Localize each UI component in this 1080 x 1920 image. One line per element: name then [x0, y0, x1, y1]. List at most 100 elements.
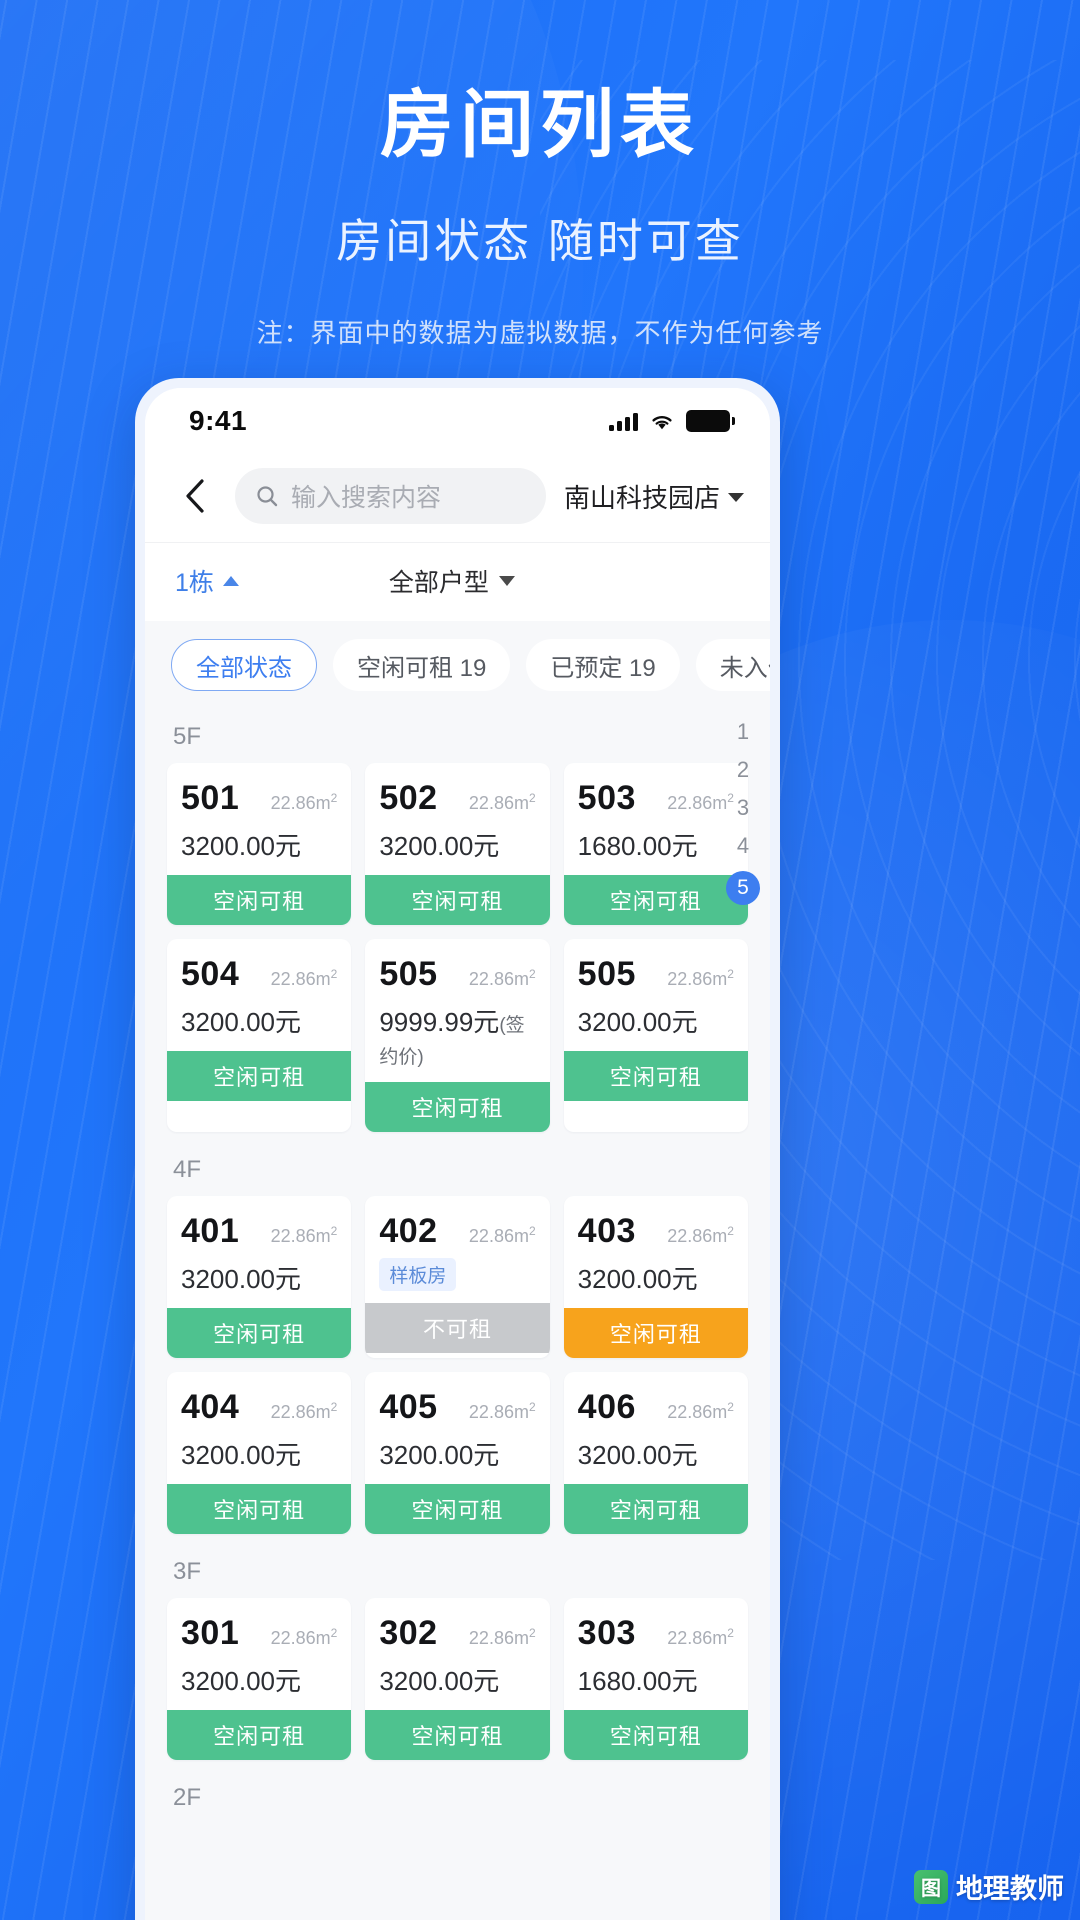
room-card-body: 502 22.86m2 3200.00元 — [365, 763, 549, 875]
room-card-body: 302 22.86m2 3200.00元 — [365, 1598, 549, 1710]
room-status-badge: 空闲可租 — [365, 1484, 550, 1534]
building-filter[interactable]: 1栋 — [175, 563, 239, 599]
room-price: 3200.00元 — [181, 1007, 301, 1037]
room-card-header: 502 22.86m2 — [379, 779, 535, 818]
status-chip[interactable]: 未入住 19 — [695, 639, 770, 691]
room-card-body: 406 22.86m2 3200.00元 — [564, 1372, 748, 1484]
room-area: 22.86m2 — [667, 1400, 734, 1422]
store-selector[interactable]: 南山科技园店 — [564, 478, 746, 515]
search-icon — [255, 484, 279, 508]
battery-icon — [686, 410, 735, 432]
status-bar: 9:41 — [145, 388, 770, 454]
room-area: 22.86m2 — [270, 967, 338, 989]
status-chip[interactable]: 已预定 19 — [526, 639, 680, 691]
unit-type-filter[interactable]: 全部户型 — [389, 563, 515, 599]
room-status-badge: 空闲可租 — [563, 1308, 748, 1358]
room-area: 22.86m2 — [667, 1626, 734, 1648]
room-card[interactable]: 505 22.86m2 3200.00元 空闲可租 — [563, 939, 748, 1132]
room-card[interactable]: 503 22.86m2 1680.00元 空闲可租 — [563, 763, 748, 925]
back-button[interactable] — [173, 474, 217, 518]
room-status-badge: 不可租 — [365, 1303, 550, 1353]
floor-index-current[interactable]: 5 — [726, 871, 760, 905]
signal-bars-icon — [609, 412, 638, 431]
room-price: 3200.00元 — [181, 1264, 301, 1294]
status-bar-time: 9:41 — [189, 405, 248, 436]
room-price-suffix: (签约价) — [379, 1015, 525, 1068]
room-card[interactable]: 302 22.86m2 3200.00元 空闲可租 — [365, 1598, 550, 1760]
back-chevron-icon — [186, 479, 204, 513]
room-card-header: 402 22.86m2 — [379, 1212, 535, 1251]
room-card[interactable]: 303 22.86m2 1680.00元 空闲可租 — [563, 1598, 748, 1760]
room-card-header: 505 22.86m2 — [578, 955, 734, 994]
room-card[interactable]: 301 22.86m2 3200.00元 空闲可租 — [167, 1598, 352, 1760]
room-tag: 样板房 — [379, 1258, 457, 1291]
room-card-header: 403 22.86m2 — [578, 1212, 734, 1251]
room-number: 302 — [379, 1614, 438, 1652]
floor-label: 2F — [173, 1784, 202, 1811]
room-card[interactable]: 502 22.86m2 3200.00元空闲可租 — [365, 763, 550, 925]
room-card[interactable]: 504 22.86m2 3200.00元空闲可租 — [167, 939, 352, 1132]
room-status-badge: 空闲可租 — [563, 1710, 748, 1760]
room-area: 22.86m2 — [270, 1626, 338, 1648]
room-card[interactable]: 405 22.86m2 3200.00元 空闲可租 — [365, 1372, 550, 1534]
room-card-body: 505 22.86m2 3200.00元 — [564, 939, 748, 1051]
room-card[interactable]: 402 22.86m2 样板房不可租 — [365, 1196, 550, 1358]
room-card-body: 401 22.86m2 3200.00元 — [167, 1196, 351, 1308]
room-card-body: 504 22.86m2 3200.00元 — [167, 939, 351, 1051]
room-card-header: 503 22.86m2 — [578, 779, 734, 818]
room-card[interactable]: 401 22.86m2 3200.00元空闲可租 — [167, 1196, 352, 1358]
search-placeholder: 输入搜索内容 — [291, 484, 442, 512]
room-card-header: 401 22.86m2 — [181, 1212, 337, 1251]
floor-index-item[interactable]: 2 — [737, 757, 749, 783]
top-nav-bar: 输入搜索内容 南山科技园店 — [145, 454, 770, 542]
search-input[interactable]: 输入搜索内容 — [235, 468, 546, 524]
room-area: 22.86m2 — [468, 967, 536, 989]
room-status-badge: 空闲可租 — [365, 875, 550, 925]
floor-index-item[interactable]: 4 — [737, 833, 749, 859]
room-card-body: 503 22.86m2 1680.00元 — [564, 763, 748, 875]
floor-index-rail[interactable]: 1 2 3 4 5 — [726, 719, 760, 905]
room-card-body: 405 22.86m2 3200.00元 — [365, 1372, 549, 1484]
floor-index-item[interactable]: 1 — [737, 719, 749, 745]
watermark-logo-icon: 图 — [914, 1869, 948, 1904]
status-chip[interactable]: 空闲可租 19 — [333, 639, 511, 691]
room-card-header: 404 22.86m2 — [181, 1388, 337, 1427]
room-number: 504 — [181, 955, 240, 993]
room-price: 3200.00元 — [379, 831, 500, 861]
room-number: 406 — [577, 1388, 636, 1426]
room-card-header: 303 22.86m2 — [578, 1614, 734, 1653]
room-card[interactable]: 404 22.86m2 3200.00元 空闲可租 — [167, 1372, 352, 1534]
store-name-label: 南山科技园店 — [563, 482, 720, 513]
room-status-badge: 空闲可租 — [563, 1051, 748, 1101]
room-area: 22.86m2 — [667, 1224, 734, 1246]
room-card-body: 403 22.86m2 3200.00元 — [564, 1196, 748, 1308]
status-chip-row[interactable]: 全部状态空闲可租 19已预定 19未入住 19租赁中 — [145, 621, 770, 709]
room-status-badge: 空闲可租 — [563, 1484, 748, 1534]
room-card[interactable]: 406 22.86m2 3200.00元空闲可租 — [563, 1372, 748, 1534]
room-card-body: 505 22.86m2 9999.99元(签约价) — [365, 939, 549, 1082]
room-card-body: 404 22.86m2 3200.00元 — [167, 1372, 351, 1484]
watermark-text: 地理教师 — [956, 1874, 1064, 1904]
room-card-body: 402 22.86m2 样板房 — [365, 1196, 549, 1303]
phone-mockup: 9:41 输入搜索内容 南山科技园店 1栋 全部户型 全部状态 空闲可租 19 … — [135, 378, 780, 1920]
room-card-grid: 301 22.86m2 3200.00元 空闲可租 302 22.86m2 3200.00元… — [145, 1598, 770, 1770]
status-chip[interactable]: 全部状态 — [171, 639, 317, 691]
room-card[interactable]: 501 22.86m2 3200.00元 空闲可租 — [167, 763, 352, 925]
room-status-badge: 空闲可租 — [167, 1308, 352, 1358]
room-price: 3200.00元 — [577, 1440, 698, 1470]
room-status-badge: 空闲可租 — [563, 875, 748, 925]
room-list: 12345 5F 501 22.86m2 3200.00元 空闲可租 502 22.86m2… — [145, 709, 770, 1920]
floor-index-item[interactable]: 3 — [737, 795, 749, 821]
room-number: 403 — [577, 1212, 636, 1250]
room-status-badge: 空闲可租 — [167, 875, 352, 925]
room-card[interactable]: 403 22.86m2 3200.00元 空闲可租 — [563, 1196, 748, 1358]
room-number: 505 — [379, 955, 438, 993]
room-card[interactable]: 505 22.86m2 9999.99元(签约价) 空闲可租 — [365, 939, 550, 1132]
room-price: 3200.00元 — [181, 1440, 301, 1470]
room-number: 505 — [577, 955, 636, 993]
triangle-up-icon — [222, 576, 239, 586]
room-status-badge: 空闲可租 — [167, 1051, 352, 1101]
room-number: 303 — [577, 1614, 636, 1652]
room-card-header: 301 22.86m2 — [181, 1614, 337, 1653]
room-area: 22.86m2 — [468, 1224, 536, 1246]
